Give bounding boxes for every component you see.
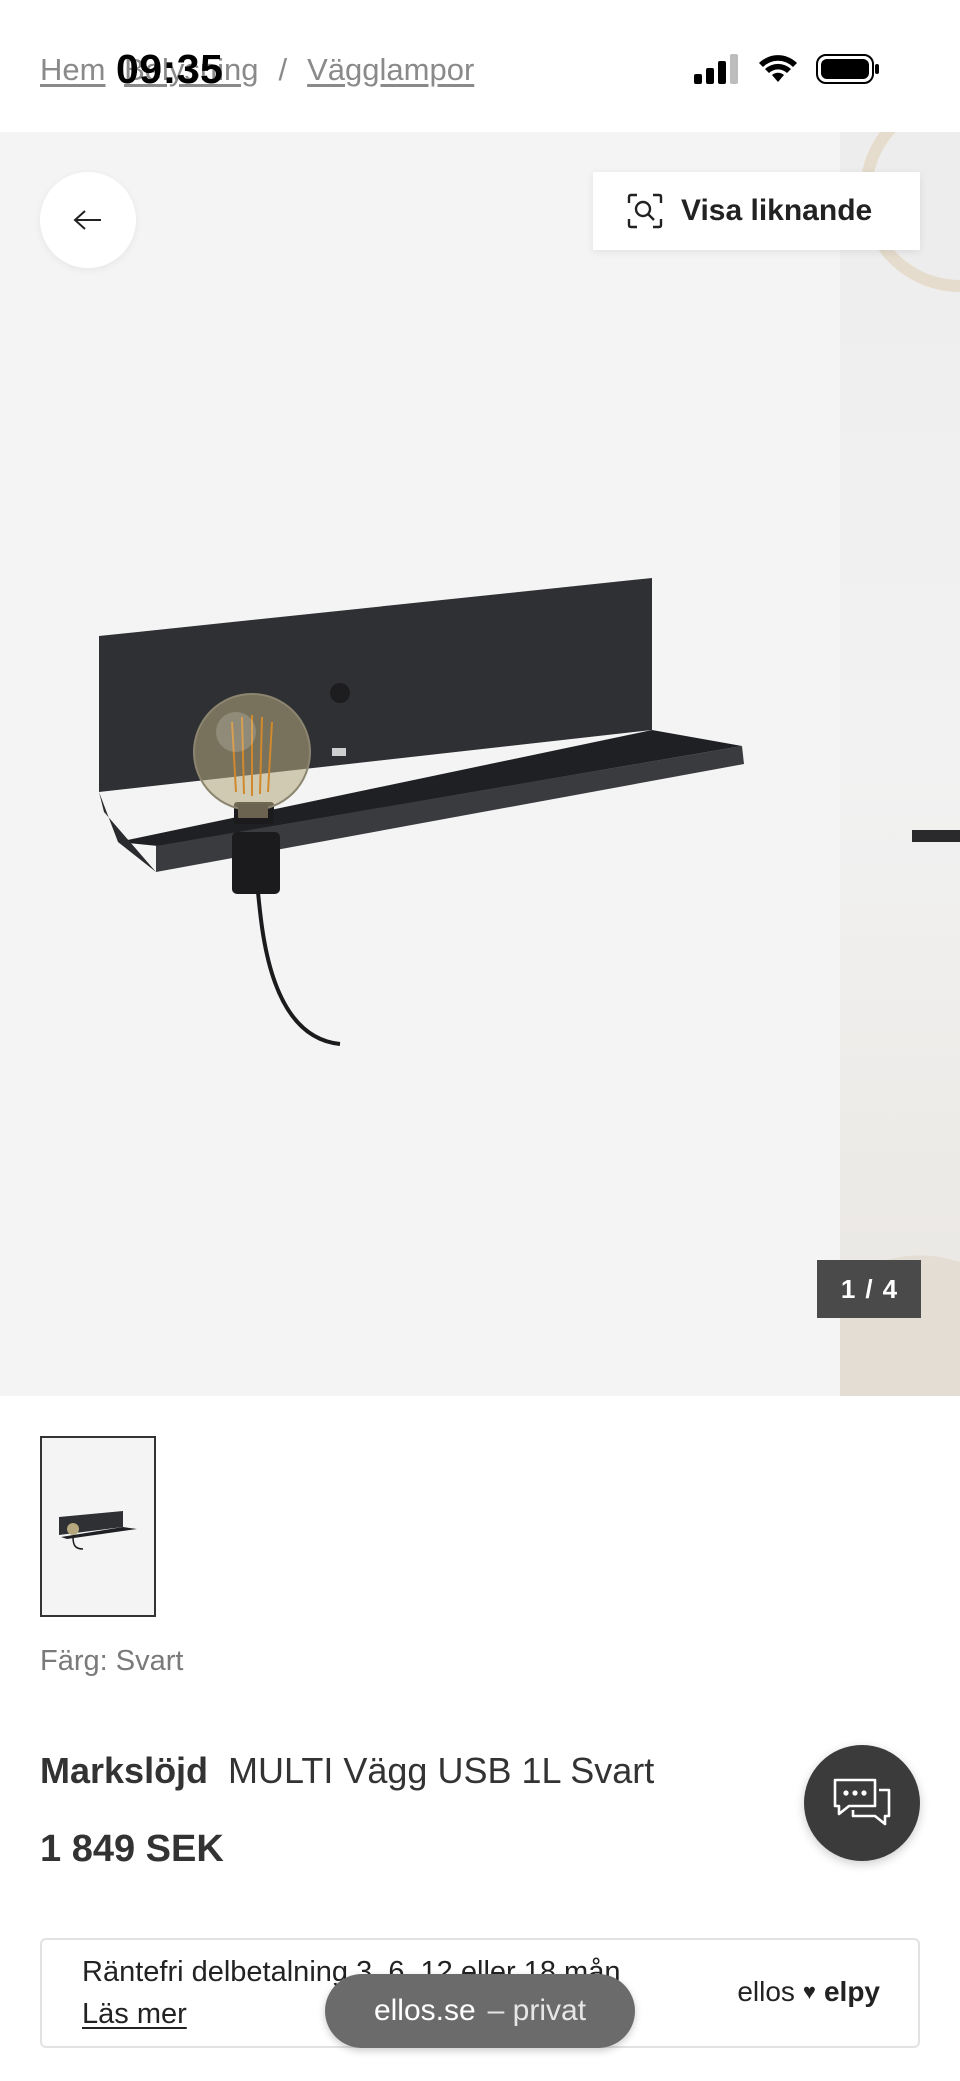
status-time: 09:35 [116, 46, 224, 92]
product-image-next[interactable] [840, 132, 960, 1396]
product-price: 1 849 SEK [40, 1828, 224, 1870]
chat-bubbles-icon [833, 1778, 891, 1826]
breadcrumb: Hem / Belysning / Vägglampor [40, 52, 474, 88]
site-indicator-pill[interactable]: ellos.se – privat [325, 1974, 635, 2048]
chat-button[interactable] [804, 1745, 920, 1861]
status-icons [694, 54, 880, 84]
color-label: Färg: Svart [40, 1645, 184, 1677]
image-counter-separator: / [865, 1273, 873, 1304]
elpy-logo-text: elpy [823, 1976, 880, 2007]
product-brand[interactable]: Markslöjd [40, 1750, 208, 1792]
payment-logo: ellos ♥ elpy [737, 1976, 880, 2008]
breadcrumb-wall-lamps[interactable]: Vägglampor [307, 52, 474, 88]
breadcrumb-separator: / [278, 52, 288, 87]
wifi-icon [759, 55, 797, 82]
site-domain: ellos.se [373, 1994, 476, 2027]
product-title: Markslöjd MULTI Vägg USB 1L Svart [40, 1750, 654, 1792]
product-image-main[interactable] [0, 132, 840, 1396]
product-name: MULTI Vägg USB 1L Svart [228, 1750, 655, 1791]
show-similar-button[interactable]: Visa liknande [593, 172, 920, 250]
image-counter-total: 4 [882, 1273, 898, 1304]
site-segment: – privat [487, 1994, 587, 2027]
thumbnail-image [59, 1510, 137, 1550]
image-counter: 1 / 4 [817, 1260, 921, 1318]
top-bar: Hem / Belysning / Vägglampor 09:35 [0, 0, 960, 132]
battery-icon [816, 54, 879, 84]
heart-icon: ♥ [802, 1979, 816, 2004]
back-button[interactable] [40, 172, 136, 268]
thumbnail-1[interactable] [40, 1436, 156, 1617]
read-more-link[interactable]: Läs mer [82, 1998, 187, 2031]
show-similar-label: Visa liknande [681, 194, 873, 227]
image-search-icon [627, 193, 663, 229]
breadcrumb-home[interactable]: Hem [40, 52, 105, 88]
product-image-next-preview [840, 132, 960, 1396]
arrow-left-icon [73, 210, 101, 230]
ellos-logo-text: ellos [737, 1976, 795, 2007]
signal-icon [694, 54, 738, 84]
thumbnail-strip [40, 1436, 156, 1617]
product-gallery[interactable]: Visa liknande 1 / 4 [0, 132, 960, 1396]
product-image-wall-lamp [99, 578, 744, 1046]
image-counter-current: 1 [840, 1273, 856, 1304]
